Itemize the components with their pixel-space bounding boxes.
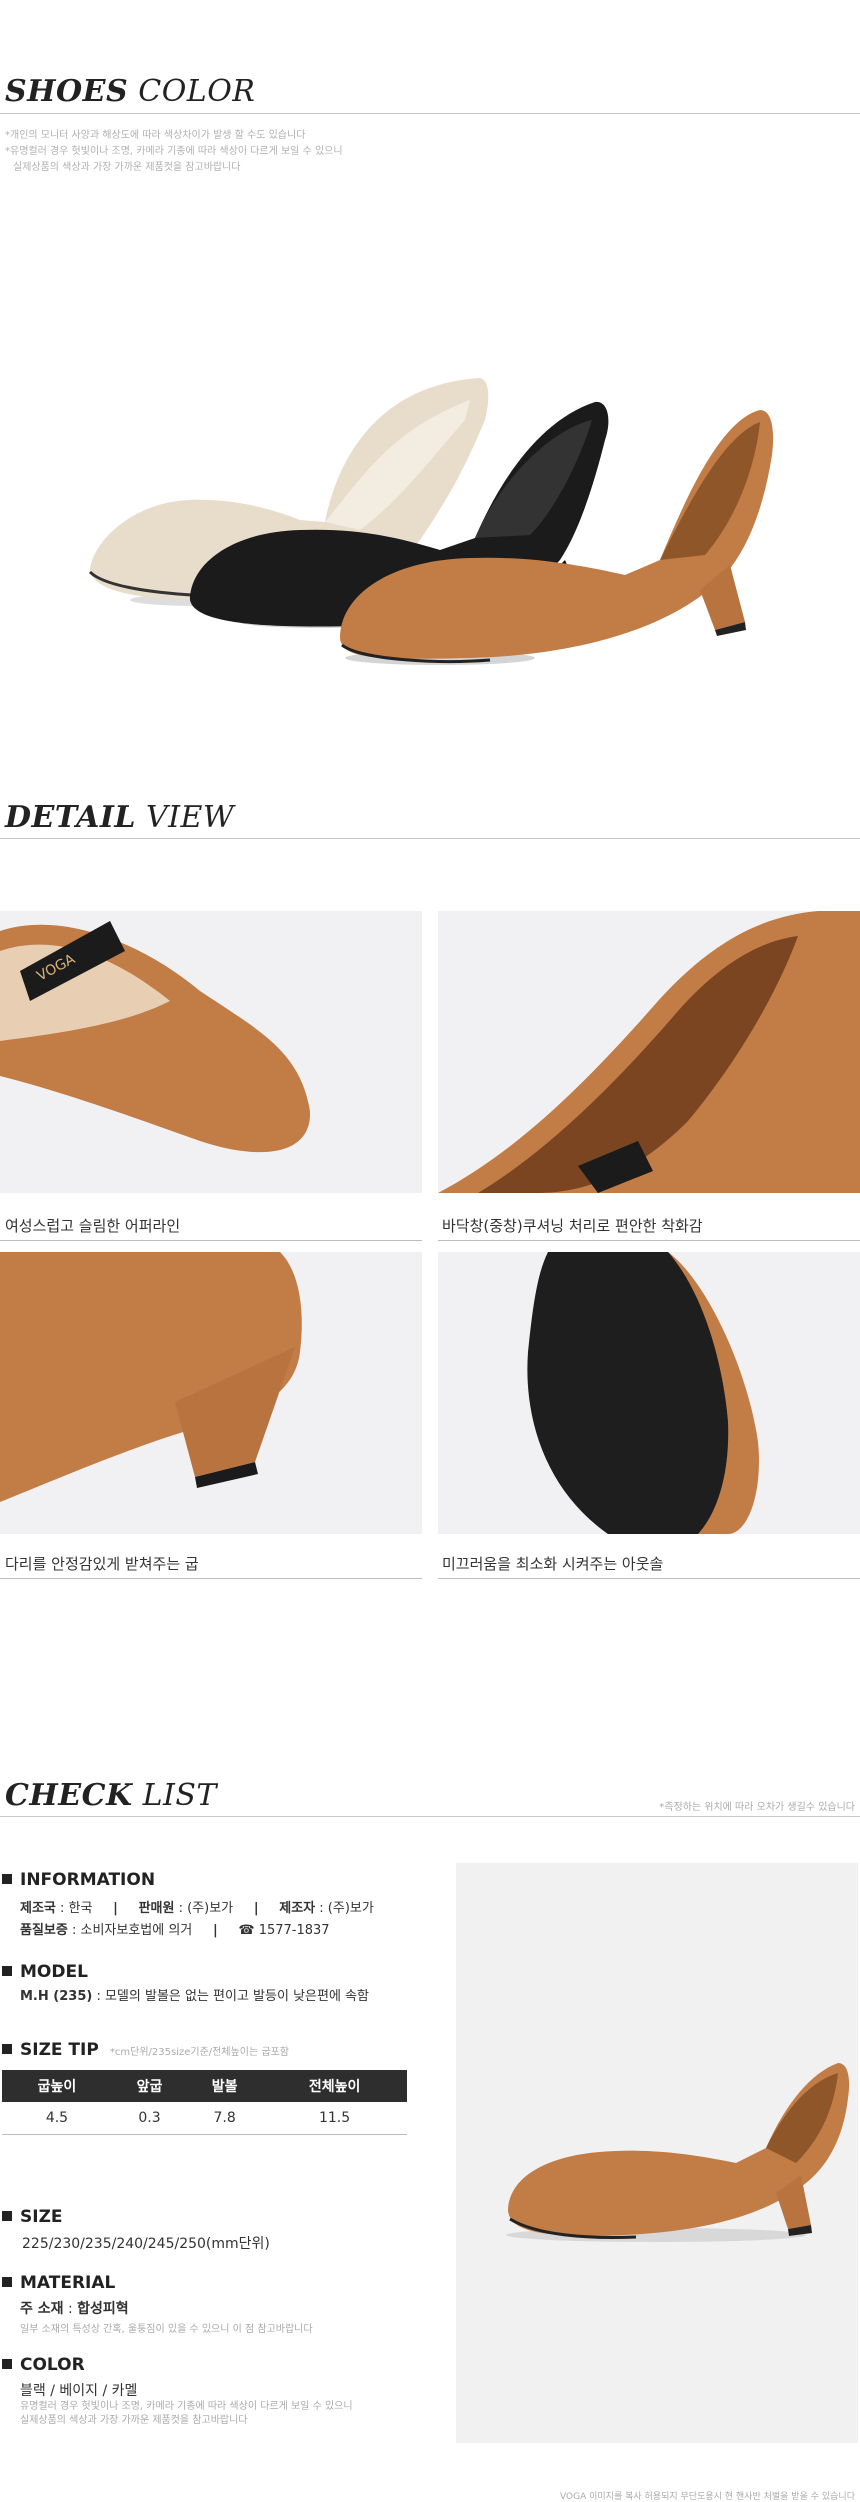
model-shoe-photo (456, 1863, 858, 2443)
color-note: *개인의 모니터 사양과 해상도에 따라 색상차이가 발생 할 수도 있습니다 … (5, 130, 343, 173)
size-col-total: 전체높이 (262, 2070, 407, 2102)
divider (438, 1240, 860, 1241)
detail-caption-4: 미끄러움을 최소화 시켜주는 아웃솔 (442, 1555, 664, 1573)
detail-photo-outsole (438, 1252, 860, 1534)
divider (0, 1816, 860, 1817)
detail-caption-3: 다리를 안정감있게 받쳐주는 굽 (5, 1555, 199, 1573)
size-tip-header: SIZE TIP *cm단위/235size기준/전체높이는 굽포함 (2, 2040, 289, 2060)
size-table: 굽높이 앞굽 발볼 전체높이 4.5 0.3 7.8 11.5 (2, 2070, 407, 2135)
divider (0, 1240, 422, 1241)
divider (438, 1578, 860, 1579)
size-val-width: 7.8 (187, 2102, 263, 2135)
size-col-heel: 굽높이 (2, 2070, 112, 2102)
measure-note: *측정하는 위치에 따라 오차가 생길수 있습니다 (659, 1802, 855, 1813)
size-val-heel: 4.5 (2, 2102, 112, 2135)
detail-view-title: DETAIL VIEW (5, 800, 235, 835)
model-details: M.H (235) : 모델의 발볼은 없는 편이고 발등이 낮은편에 속함 (20, 1989, 369, 2004)
size-val-total: 11.5 (262, 2102, 407, 2135)
color-values: 블랙 / 베이지 / 카멜 (20, 2383, 138, 2399)
size-values: 225/230/235/240/245/250(mm단위) (22, 2236, 270, 2252)
material-heading: MATERIAL (2, 2273, 115, 2293)
shoes-color-title: SHOES COLOR (5, 74, 256, 109)
three-shoes-photo (60, 360, 780, 680)
size-col-width: 발볼 (187, 2070, 263, 2102)
detail-caption-2: 바닥창(중창)쿠셔닝 처리로 편안한 착화감 (442, 1217, 703, 1235)
material-note: 일부 소재의 특성상 간혹, 울퉁짐이 있을 수 있으니 이 점 참고바랍니다 (20, 2324, 313, 2335)
color-note: 유명컬러 경우 헛빛이나 조명, 카메라 기종에 따라 색상이 다르게 보일 수… (20, 2401, 353, 2426)
detail-photo-heel (0, 1252, 422, 1534)
model-heading: MODEL (2, 1962, 88, 1982)
material-details: 주 소재 : 합성피혁 (20, 2301, 129, 2317)
divider (0, 113, 860, 114)
size-col-front: 앞굽 (111, 2070, 188, 2102)
footer-note: VOGA 이미지를 복사 허용되지 무단도용시 현 핸사반 처벌을 받을 수 있… (560, 2492, 855, 2502)
divider (0, 1578, 422, 1579)
information-details: 제조국 : 한국 | 판매원 : (주)보가 | 제조자 : (주)보가 품질보… (20, 1901, 374, 1938)
detail-photo-insole (438, 911, 860, 1193)
information-heading: INFORMATION (2, 1870, 155, 1890)
check-list-title: CHECK LIST (5, 1778, 217, 1813)
color-heading: COLOR (2, 2355, 85, 2375)
detail-photo-upper-line: VOGA (0, 911, 422, 1193)
detail-caption-1: 여성스럽고 슬림한 어퍼라인 (5, 1217, 181, 1235)
size-val-front: 0.3 (111, 2102, 188, 2135)
divider (0, 838, 860, 839)
size-heading: SIZE (2, 2207, 63, 2227)
